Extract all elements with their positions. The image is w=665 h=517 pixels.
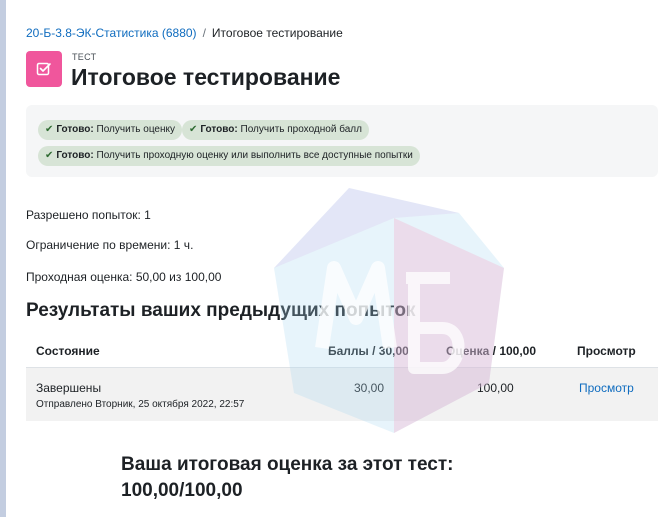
quiz-checkbox-icon	[26, 51, 62, 87]
check-icon: ✔	[45, 124, 54, 135]
completion-badge: ✔ Готово: Получить проходную оценку или в…	[38, 146, 420, 166]
completion-text: Получить оценку	[96, 124, 176, 135]
completion-badge: ✔ Готово: Получить проходной балл	[182, 120, 369, 140]
table-header-row: Состояние Баллы / 30,00 Оценка / 100,00 …	[26, 333, 658, 368]
table-row: Завершены Отправлено Вторник, 25 октября…	[26, 368, 658, 421]
completion-status: Готово:	[56, 124, 94, 135]
header-state: Состояние	[36, 344, 100, 358]
time-limit: Ограничение по времени: 1 ч.	[26, 238, 194, 252]
review-link[interactable]: Просмотр	[579, 381, 634, 395]
breadcrumb-current: Итоговое тестирование	[211, 26, 343, 40]
attempt-state: Завершены	[36, 381, 102, 395]
attempt-grade: 100,00	[477, 381, 514, 395]
activity-type-label: ТЕСТ	[72, 52, 97, 62]
final-grade: Ваша итоговая оценка за этот тест: 100,0…	[121, 452, 454, 504]
completion-text: Получить проходной балл	[240, 124, 362, 135]
completion-badge: ✔ Готово: Получить оценку	[38, 120, 183, 140]
left-sidebar-edge	[0, 0, 6, 517]
breadcrumb-course-link[interactable]: 20-Б-3.8-ЭК-Статистика (6880)	[26, 26, 197, 40]
attempt-submitted: Отправлено Вторник, 25 октября 2022, 22:…	[36, 399, 245, 410]
header-grade: Оценка / 100,00	[446, 344, 537, 358]
check-icon: ✔	[45, 150, 54, 161]
check-icon: ✔	[189, 124, 198, 135]
page-title: Итоговое тестирование	[71, 64, 341, 90]
passing-grade: Проходная оценка: 50,00 из 100,00	[26, 270, 222, 284]
breadcrumb: 20-Б-3.8-ЭК-Статистика (6880) / Итоговое т…	[26, 26, 343, 40]
attempt-marks: 30,00	[354, 381, 385, 395]
main-content: 20-Б-3.8-ЭК-Статистика (6880) / Итоговое т…	[26, 0, 665, 517]
completion-requirements: ✔ Готово: Получить оценку ✔ Готово: Получи…	[26, 105, 658, 177]
header-marks: Баллы / 30,00	[328, 344, 409, 358]
completion-status: Готово:	[56, 150, 94, 161]
completion-text: Получить проходную оценку или выполнить …	[96, 150, 413, 161]
header-review: Просмотр	[577, 344, 636, 358]
results-title: Результаты ваших предыдущих попыток	[26, 300, 416, 321]
breadcrumb-separator: /	[202, 26, 206, 40]
completion-status: Готово:	[200, 124, 238, 135]
final-grade-value: 100,00/100,00	[121, 480, 243, 501]
attempts-allowed: Разрешено попыток: 1	[26, 208, 151, 222]
final-grade-label: Ваша итоговая оценка за этот тест:	[121, 454, 454, 475]
